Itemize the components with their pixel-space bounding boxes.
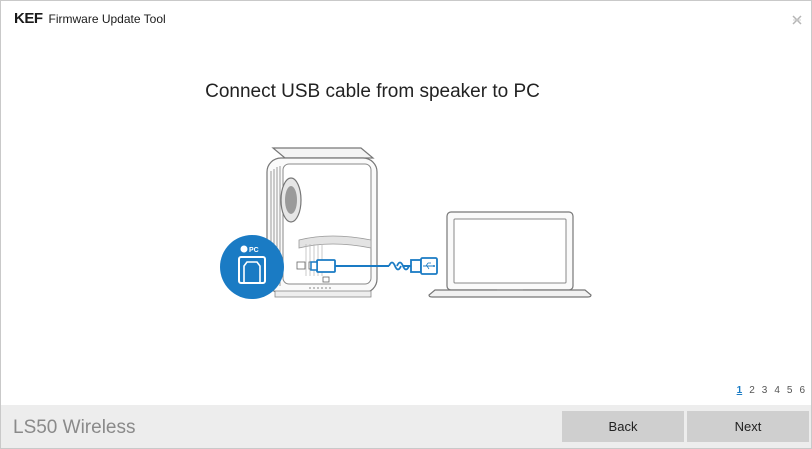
- back-button[interactable]: Back: [562, 411, 684, 442]
- title-bar: KEF Firmware Update Tool: [1, 1, 811, 35]
- kef-logo: KEF: [14, 10, 43, 27]
- step-3[interactable]: 3: [762, 385, 768, 396]
- app-title: Firmware Update Tool: [48, 11, 166, 26]
- page-heading: Connect USB cable from speaker to PC: [205, 81, 540, 102]
- step-6[interactable]: 6: [799, 385, 805, 396]
- badge-label: PC: [249, 247, 259, 254]
- footer-bar: LS50 Wireless Back Next: [1, 405, 811, 448]
- app-window: KEF Firmware Update Tool Connect USB cab…: [0, 0, 812, 449]
- step-5[interactable]: 5: [787, 385, 793, 396]
- speaker-illustration: [266, 147, 378, 298]
- usb-b-port-badge: PC: [220, 235, 284, 299]
- app-logo: KEF Firmware Update Tool: [14, 10, 166, 27]
- step-indicator: 1 2 3 4 5 6: [737, 385, 805, 396]
- step-4[interactable]: 4: [774, 385, 780, 396]
- step-1[interactable]: 1: [737, 385, 743, 396]
- illustration-svg: PC: [220, 147, 592, 299]
- product-name: LS50 Wireless: [13, 417, 136, 438]
- close-icon[interactable]: [791, 13, 803, 25]
- step-2[interactable]: 2: [749, 385, 755, 396]
- laptop-illustration: [428, 211, 592, 298]
- connection-illustration: PC: [211, 136, 601, 316]
- next-button[interactable]: Next: [687, 411, 809, 442]
